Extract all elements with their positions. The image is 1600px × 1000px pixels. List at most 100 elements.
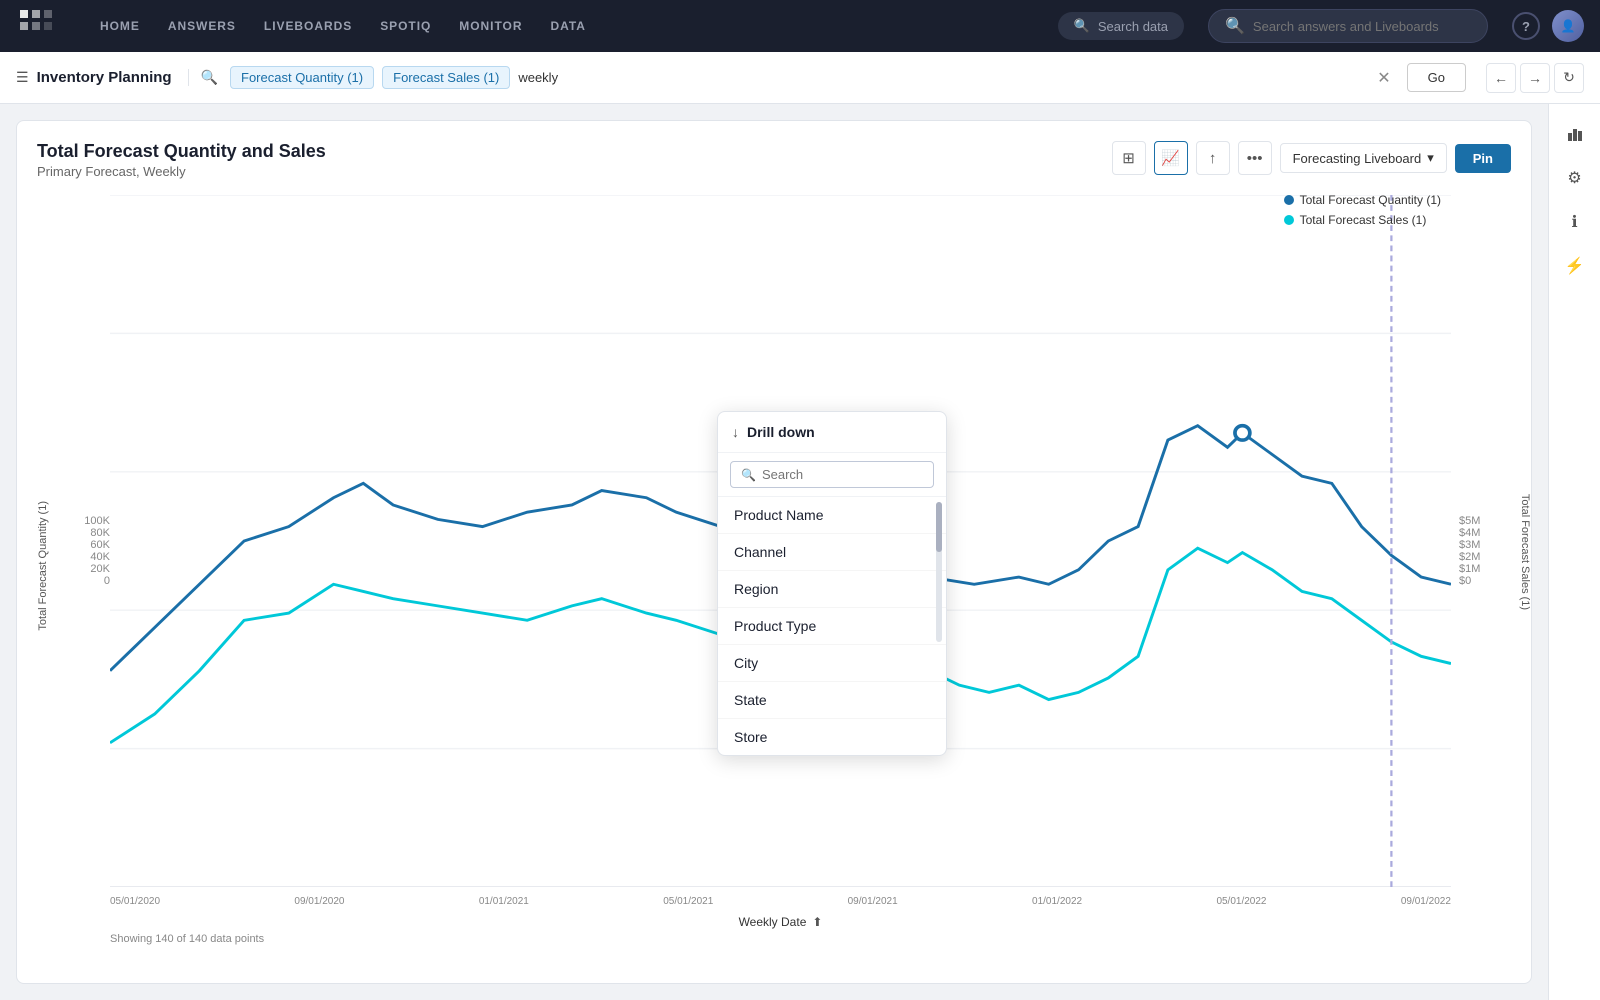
export-button[interactable]: ↑ — [1196, 141, 1230, 175]
sidebar-chart-button[interactable] — [1557, 116, 1593, 152]
y-label-0: 0 — [55, 575, 110, 587]
forward-arrow[interactable]: → — [1520, 63, 1550, 93]
nav-liveboards[interactable]: LIVEBOARDS — [252, 13, 364, 39]
legend-dot-sales — [1284, 215, 1294, 225]
liveboard-dropdown-label: Forecasting Liveboard — [1293, 151, 1422, 166]
weekly-date-label: Weekly Date — [739, 915, 807, 929]
drill-item-channel[interactable]: Channel — [718, 534, 946, 571]
x-axis-bottom: Weekly Date ⬆ — [110, 911, 1451, 929]
navigation-arrows: ← → ↻ — [1486, 63, 1584, 93]
drill-search-inner[interactable]: 🔍 — [730, 461, 934, 488]
legend-dot-quantity — [1284, 195, 1294, 205]
nav-spotiq[interactable]: SPOTIQ — [368, 13, 443, 39]
search-bar: ☰ Inventory Planning 🔍 Forecast Quantity… — [0, 52, 1600, 104]
sort-icon[interactable]: ⬆ — [812, 915, 822, 929]
chart-legend: Total Forecast Quantity (1) Total Foreca… — [1284, 193, 1441, 227]
y-right-0: $0 — [1459, 575, 1511, 587]
y-axis-right-labels: $5M $4M $3M $2M $1M $0 — [1451, 505, 1511, 627]
right-sidebar: ⚙ ℹ ⚡ — [1548, 104, 1600, 1000]
token-forecast-sales[interactable]: Forecast Sales (1) — [382, 66, 510, 89]
more-options-button[interactable]: ••• — [1238, 141, 1272, 175]
nav-monitor[interactable]: MONITOR — [447, 13, 534, 39]
token-weekly[interactable]: weekly — [518, 70, 558, 85]
drill-down-icon: ↓ — [732, 424, 739, 440]
go-button[interactable]: Go — [1407, 63, 1466, 92]
info-icon: ℹ — [1571, 212, 1577, 232]
nav-right: ? 👤 — [1512, 10, 1584, 42]
search-icon: 🔍 — [1225, 16, 1245, 36]
drill-items-list: Product Name Channel Region Product Type… — [718, 497, 946, 755]
y-axis-left-labels: 100K 80K 60K 40K 20K 0 — [55, 505, 110, 627]
drill-item-city[interactable]: City — [718, 645, 946, 682]
gear-icon: ⚙ — [1567, 168, 1581, 188]
nav-home[interactable]: HOME — [88, 13, 152, 39]
sidebar-info-button[interactable]: ℹ — [1557, 204, 1593, 240]
drill-item-state[interactable]: State — [718, 682, 946, 719]
search-data-label: Search data — [1098, 19, 1168, 34]
drill-down-title: Drill down — [747, 424, 815, 440]
token-forecast-quantity[interactable]: Forecast Quantity (1) — [230, 66, 374, 89]
data-points-text: Showing 140 of 140 data points — [110, 933, 1451, 945]
main-content: Total Forecast Quantity and Sales Primar… — [0, 104, 1600, 1000]
drill-scrollbar[interactable] — [936, 502, 942, 642]
x-label-4: 05/01/2021 — [663, 896, 713, 907]
sidebar-settings-button[interactable]: ⚙ — [1557, 160, 1593, 196]
drill-scrollbar-thumb — [936, 502, 942, 552]
drill-search-section[interactable]: 🔍 — [718, 453, 946, 497]
liveboard-title-section: ☰ Inventory Planning — [16, 69, 189, 86]
y-right-5m: $5M — [1459, 515, 1511, 527]
nav-links: HOME ANSWERS LIVEBOARDS SPOTIQ MONITOR D… — [88, 13, 1034, 39]
y-right-2m: $2M — [1459, 551, 1511, 563]
drill-down-popup: ↓ Drill down 🔍 Product Name Channel Regi… — [717, 411, 947, 756]
table-view-button[interactable]: ⊞ — [1112, 141, 1146, 175]
nav-answers[interactable]: ANSWERS — [156, 13, 248, 39]
x-label-3: 01/01/2021 — [479, 896, 529, 907]
lightning-icon: ⚡ — [1565, 256, 1585, 276]
bar-chart-icon — [1566, 125, 1584, 143]
x-label-1: 05/01/2020 — [110, 896, 160, 907]
drill-item-store[interactable]: Store — [718, 719, 946, 755]
drill-item-region[interactable]: Region — [718, 571, 946, 608]
refresh-arrow[interactable]: ↻ — [1554, 63, 1584, 93]
y-axis-right-section: $5M $4M $3M $2M $1M $0 Total Forecast Sa… — [1451, 195, 1511, 937]
chart-container: Total Forecast Quantity and Sales Primar… — [16, 120, 1532, 984]
x-label-7: 05/01/2022 — [1216, 896, 1266, 907]
y-axis-left-section: Total Forecast Quantity (1) 100K 80K 60K… — [37, 195, 110, 937]
liveboard-dropdown[interactable]: Forecasting Liveboard ▾ — [1280, 143, 1447, 173]
pin-button[interactable]: Pin — [1455, 144, 1511, 173]
legend-label-sales: Total Forecast Sales (1) — [1300, 213, 1427, 227]
search-tokens: Forecast Quantity (1) Forecast Sales (1)… — [230, 66, 1361, 89]
x-label-2: 09/01/2020 — [294, 896, 344, 907]
clear-search-button[interactable]: ✕ — [1373, 64, 1394, 92]
search-data-button[interactable]: 🔍 Search data — [1058, 12, 1184, 40]
help-button[interactable]: ? — [1512, 12, 1540, 40]
drill-item-product-type[interactable]: Product Type — [718, 608, 946, 645]
y-label-80k: 80K — [55, 527, 110, 539]
y-right-1m: $1M — [1459, 563, 1511, 575]
top-navigation: HOME ANSWERS LIVEBOARDS SPOTIQ MONITOR D… — [0, 0, 1600, 52]
x-label-5: 09/01/2021 — [848, 896, 898, 907]
chevron-down-icon: ▾ — [1427, 150, 1434, 166]
drill-search-input[interactable] — [762, 467, 923, 482]
logo[interactable] — [16, 6, 56, 46]
nav-data[interactable]: DATA — [538, 13, 597, 39]
back-arrow[interactable]: ← — [1486, 63, 1516, 93]
y-label-20k: 20K — [55, 563, 110, 575]
y-axis-left-title: Total Forecast Quantity (1) — [37, 501, 55, 631]
drill-item-product-name[interactable]: Product Name — [718, 497, 946, 534]
sidebar-lightning-button[interactable]: ⚡ — [1557, 248, 1593, 284]
y-label-100k: 100K — [55, 515, 110, 527]
drill-search-icon: 🔍 — [741, 468, 756, 482]
legend-item-quantity: Total Forecast Quantity (1) — [1284, 193, 1441, 207]
liveboard-icon: ☰ — [16, 69, 29, 86]
chart-view-button[interactable]: 📈 — [1154, 141, 1188, 175]
answers-search-bar[interactable]: 🔍 — [1208, 9, 1488, 43]
answers-search-input[interactable] — [1253, 19, 1471, 34]
legend-label-quantity: Total Forecast Quantity (1) — [1300, 193, 1441, 207]
avatar-image: 👤 — [1552, 10, 1584, 42]
y-right-4m: $4M — [1459, 527, 1511, 539]
y-label-40k: 40K — [55, 551, 110, 563]
user-avatar[interactable]: 👤 — [1552, 10, 1584, 42]
x-label-8: 09/01/2022 — [1401, 896, 1451, 907]
x-axis-labels: 05/01/2020 09/01/2020 01/01/2021 05/01/2… — [110, 892, 1451, 911]
